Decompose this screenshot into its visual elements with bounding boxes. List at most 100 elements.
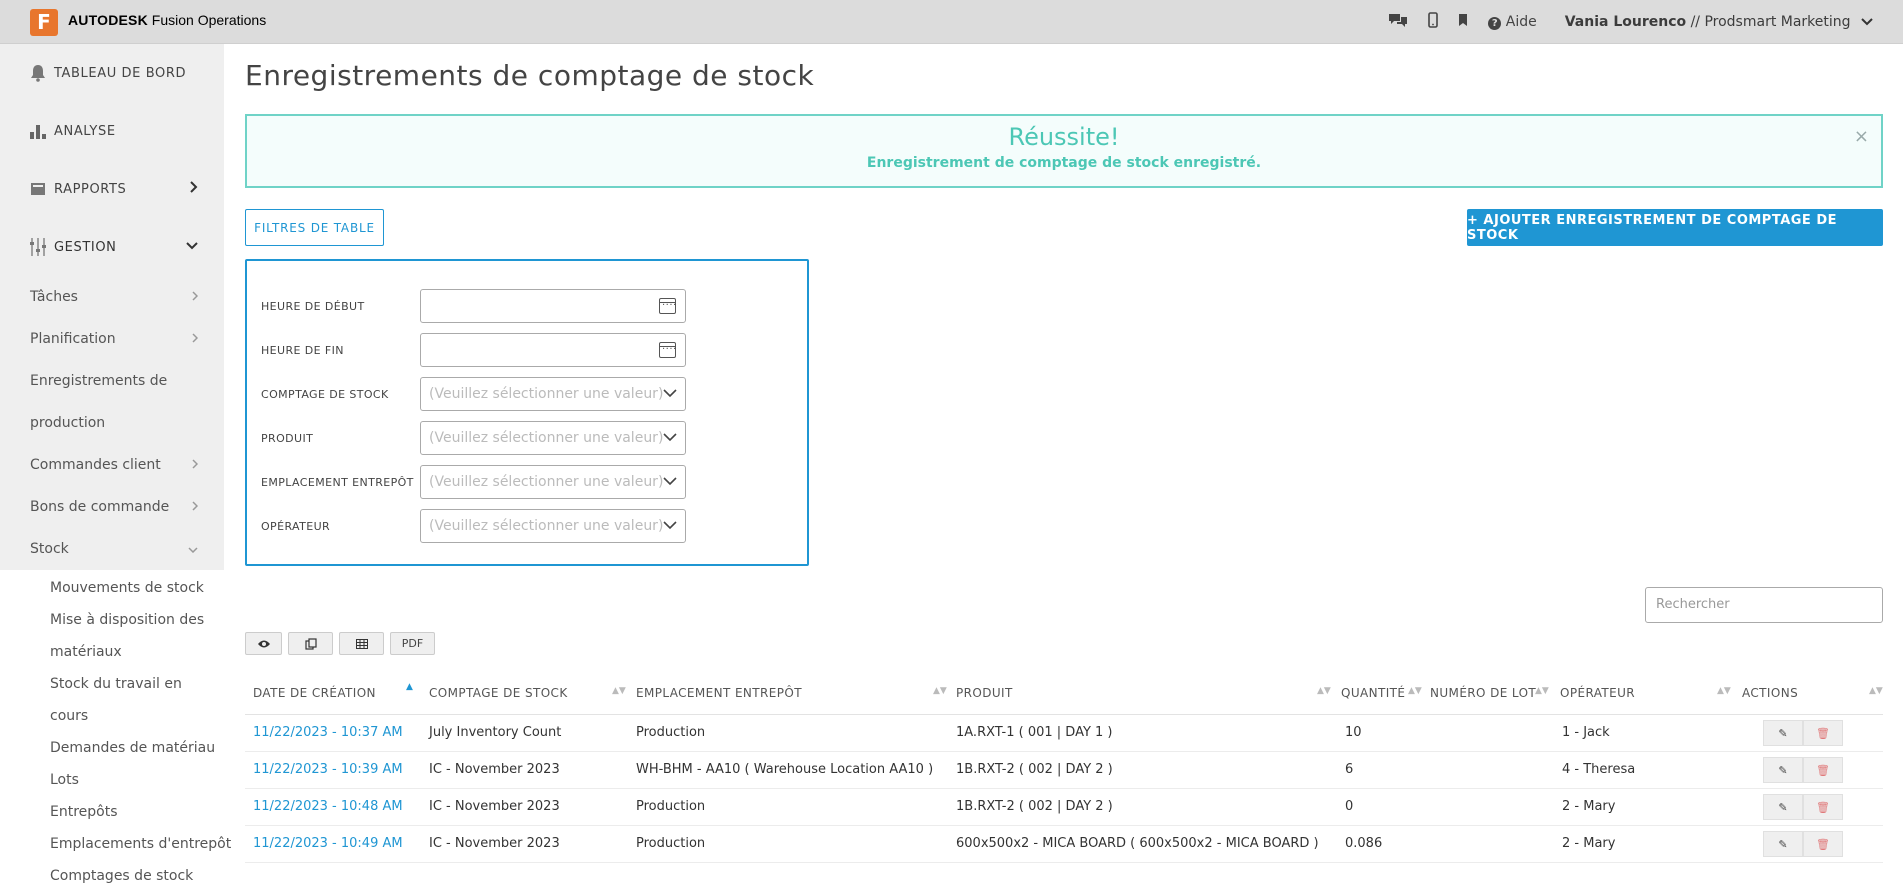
edit-button[interactable]: ✎ [1763, 757, 1803, 783]
sidebar-item-management[interactable]: GESTION [0, 218, 224, 276]
cell-quantity: 0 [1345, 799, 1354, 814]
sidebar-link-stock-movements[interactable]: Mouvements de stock [0, 572, 224, 604]
trash-icon: 🗑 [1816, 837, 1830, 851]
sort-icon: ▲▼ [1717, 686, 1731, 696]
sidebar-subitem-purchase-orders[interactable]: Bons de commande [0, 486, 224, 528]
sort-icon: ▲▼ [1869, 686, 1883, 696]
column-header-warehouse-location[interactable]: EMPLACEMENT ENTREPÔT [636, 686, 802, 700]
sidebar-link-material-requests[interactable]: Demandes de matériau [0, 732, 224, 764]
sidebar-item-label: GESTION [54, 239, 117, 255]
row-actions: ✎ 🗑 [1763, 794, 1843, 820]
table-filters-button[interactable]: FILTRES DE TABLE [245, 209, 384, 246]
cell-product: 1B.RXT-2 ( 002 | DAY 2 ) [956, 762, 1113, 777]
delete-button[interactable]: 🗑 [1803, 831, 1843, 857]
help-link[interactable]: ? Aide [1488, 14, 1537, 30]
operator-select[interactable]: (Veuillez sélectionner une valeur) [420, 509, 686, 543]
help-label: Aide [1505, 14, 1537, 30]
sidebar-link-material-provision-cont[interactable]: matériaux [0, 636, 224, 668]
created-at-link[interactable]: 11/22/2023 - 10:48 AM [253, 799, 403, 814]
cell-product: 1B.RXT-2 ( 002 | DAY 2 ) [956, 799, 1113, 814]
start-time-input[interactable] [420, 289, 686, 323]
warehouse-location-select[interactable]: (Veuillez sélectionner une valeur) [420, 465, 686, 499]
fusion-logo[interactable]: F [30, 9, 58, 36]
edit-icon: ✎ [1778, 837, 1788, 851]
edit-button[interactable]: ✎ [1763, 831, 1803, 857]
add-stock-count-record-button[interactable]: + AJOUTER ENREGISTREMENT DE COMPTAGE DE … [1467, 209, 1883, 246]
mobile-icon[interactable] [1428, 12, 1439, 32]
cell-location: Production [636, 836, 706, 851]
cell-operator: 1 - Jack [1562, 725, 1610, 740]
row-actions: ✎ 🗑 [1763, 757, 1843, 783]
table-row: 11/22/2023 - 10:48 AM IC - November 2023… [245, 789, 1883, 826]
column-visibility-button[interactable] [245, 632, 282, 655]
column-header-stock-count[interactable]: COMPTAGE DE STOCK [429, 686, 568, 700]
table-toolbar: PDF [245, 632, 441, 655]
table-icon [355, 638, 368, 649]
column-header-lot-number[interactable]: NUMÉRO DE LOT [1430, 686, 1536, 700]
sidebar-subitem-stock[interactable]: Stock [0, 528, 224, 570]
calendar-icon[interactable] [659, 298, 677, 314]
sidebar-link-stock-counts[interactable]: Comptages de stock [0, 860, 224, 892]
close-icon[interactable]: × [1854, 126, 1869, 147]
bookmark-icon[interactable] [1458, 13, 1468, 31]
sidebar-subitem-sales-orders[interactable]: Commandes client [0, 444, 224, 486]
sidebar-item-label: ANALYSE [54, 123, 116, 139]
trash-icon: 🗑 [1816, 726, 1830, 740]
edit-icon: ✎ [1778, 726, 1788, 740]
created-at-link[interactable]: 11/22/2023 - 10:37 AM [253, 725, 403, 740]
main-content: Enregistrements de comptage de stock Réu… [245, 44, 1885, 869]
sidebar-subitem-tasks[interactable]: Tâches [0, 276, 224, 318]
sidebar-item-dashboard[interactable]: TABLEAU DE BORD [0, 44, 224, 102]
user-menu[interactable]: Vania Lourenco // Prodsmart Marketing [1565, 14, 1873, 30]
stock-submenu: Mouvements de stock Mise à disposition d… [0, 570, 231, 892]
calendar-icon[interactable] [659, 342, 677, 358]
edit-icon: ✎ [1778, 763, 1788, 777]
copy-button[interactable] [288, 632, 333, 655]
search-input[interactable]: Rechercher [1645, 587, 1883, 623]
cell-stock-count: IC - November 2023 [429, 836, 560, 851]
sort-icon: ▲▼ [1317, 686, 1331, 696]
column-header-quantity[interactable]: QUANTITÉ [1341, 686, 1405, 700]
product-select[interactable]: (Veuillez sélectionner une valeur) [420, 421, 686, 455]
sidebar-link-warehouses[interactable]: Entrepôts [0, 796, 224, 828]
sidebar-link-material-provision[interactable]: Mise à disposition des [0, 604, 224, 636]
trash-icon: 🗑 [1816, 800, 1830, 814]
delete-button[interactable]: 🗑 [1803, 720, 1843, 746]
sidebar-subitem-production-records[interactable]: Enregistrements de production [0, 360, 224, 444]
delete-button[interactable]: 🗑 [1803, 757, 1843, 783]
edit-button[interactable]: ✎ [1763, 794, 1803, 820]
cell-quantity: 0.086 [1345, 836, 1383, 851]
sidebar-link-lots[interactable]: Lots [0, 764, 224, 796]
export-excel-button[interactable] [339, 632, 384, 655]
select-placeholder: (Veuillez sélectionner une valeur) [429, 474, 664, 490]
sidebar-link-wip-stock[interactable]: Stock du travail en cours [0, 668, 224, 732]
bell-icon [28, 63, 48, 83]
sidebar-link-warehouse-locations[interactable]: Emplacements d'entrepôt [0, 828, 231, 860]
column-header-product[interactable]: PRODUIT [956, 686, 1013, 700]
sliders-icon [28, 237, 48, 257]
cell-operator: 2 - Mary [1562, 799, 1616, 814]
created-at-link[interactable]: 11/22/2023 - 10:49 AM [253, 836, 403, 851]
chat-icon[interactable] [1388, 12, 1408, 32]
stock-count-select[interactable]: (Veuillez sélectionner une valeur) [420, 377, 686, 411]
sidebar-subitem-label: Bons de commande [30, 499, 170, 515]
column-header-actions: ACTIONS [1742, 686, 1799, 700]
sidebar: TABLEAU DE BORD ANALYSE RAPPORTS GESTION [0, 44, 231, 884]
created-at-link[interactable]: 11/22/2023 - 10:39 AM [253, 762, 403, 777]
export-pdf-button[interactable]: PDF [390, 632, 435, 655]
chevron-right-icon [190, 181, 198, 197]
cell-product: 600x500x2 - MICA BOARD ( 600x500x2 - MIC… [956, 836, 1319, 851]
brand-name: AUTODESK Fusion Operations [68, 12, 266, 28]
filter-row-operator: OPÉRATEUR (Veuillez sélectionner une val… [261, 509, 801, 543]
chevron-down-icon [1861, 14, 1873, 30]
alert-heading: Réussite! [1008, 123, 1120, 151]
sort-icon: ▲▼ [933, 686, 947, 696]
sidebar-subitem-planning[interactable]: Planification [0, 318, 224, 360]
end-time-input[interactable] [420, 333, 686, 367]
sidebar-item-reports[interactable]: RAPPORTS [0, 160, 224, 218]
edit-button[interactable]: ✎ [1763, 720, 1803, 746]
column-header-operator[interactable]: OPÉRATEUR [1560, 686, 1635, 700]
column-header-created-at[interactable]: DATE DE CRÉATION [253, 686, 376, 700]
delete-button[interactable]: 🗑 [1803, 794, 1843, 820]
sidebar-item-analysis[interactable]: ANALYSE [0, 102, 224, 160]
